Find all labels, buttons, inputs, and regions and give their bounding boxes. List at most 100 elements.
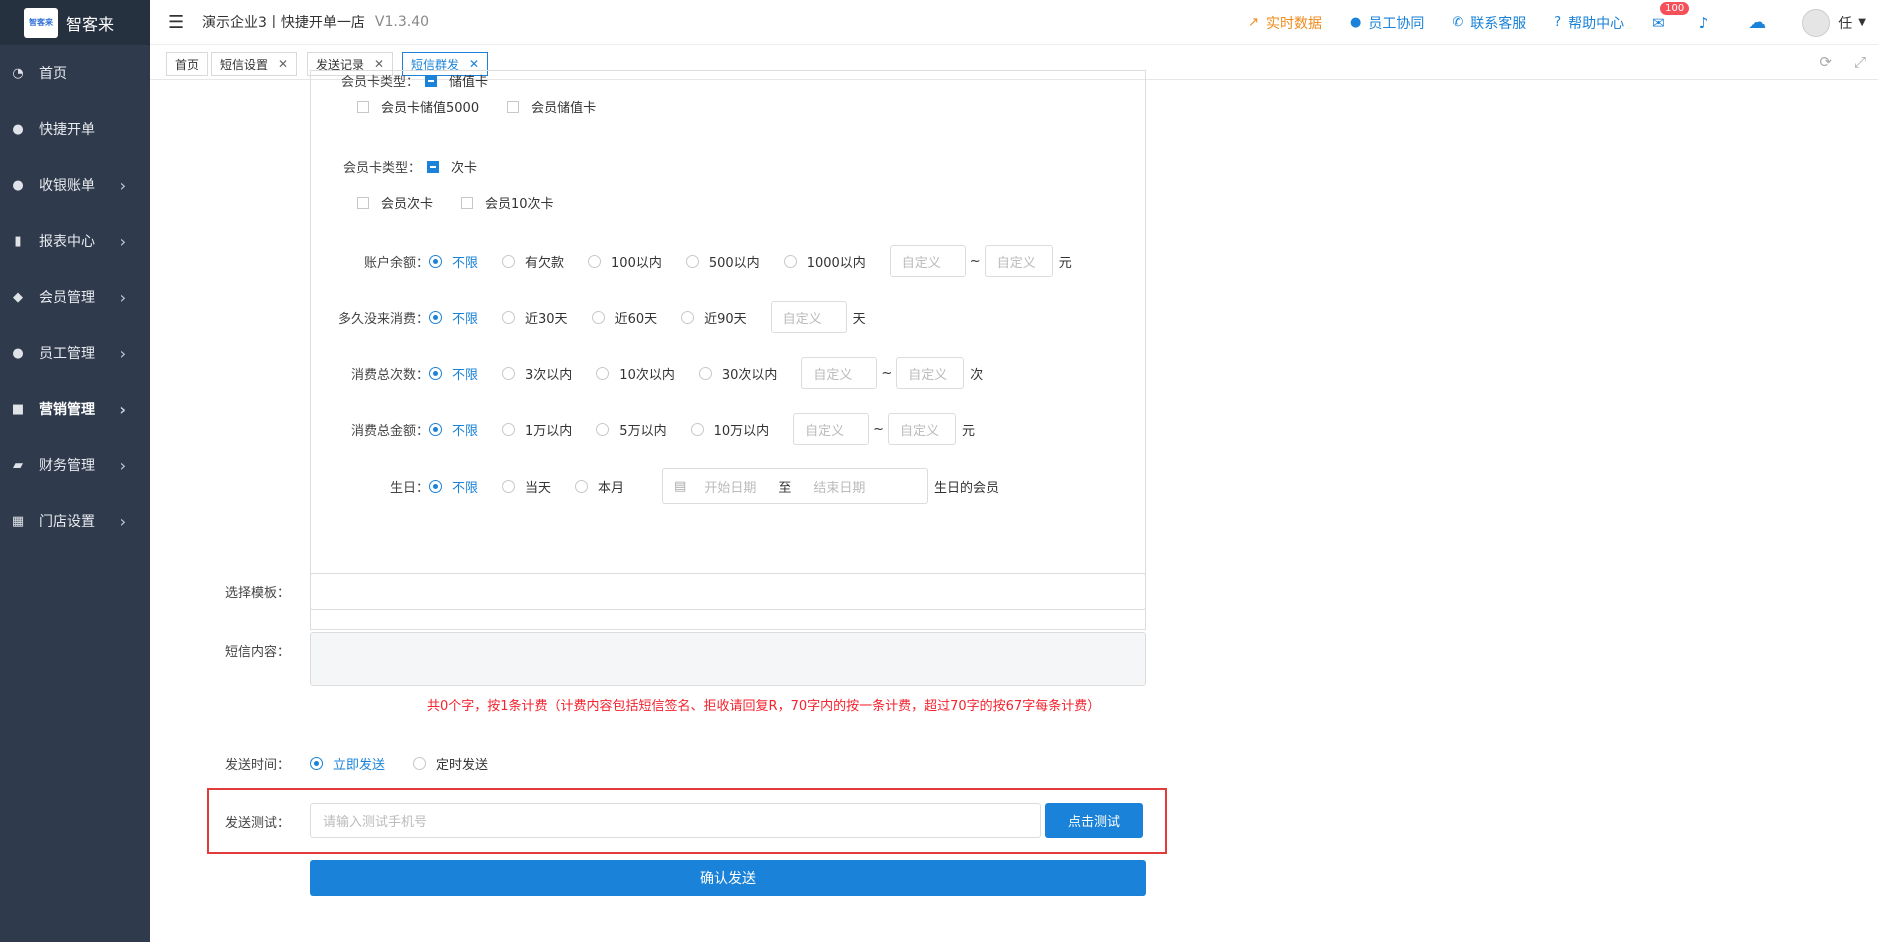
consume-count-option-3[interactable]: 3次以内 bbox=[502, 364, 572, 383]
balance-max-input[interactable]: 自定义 bbox=[984, 245, 1053, 277]
last-consume-option-60[interactable]: 近60天 bbox=[591, 308, 657, 327]
consume-amount-option-5w[interactable]: 5万以内 bbox=[596, 420, 667, 439]
consume-count-max-input[interactable]: 自定义 bbox=[896, 357, 965, 389]
range-separator: ~ bbox=[873, 421, 885, 437]
template-select[interactable] bbox=[310, 573, 1146, 610]
radio[interactable] bbox=[502, 366, 516, 380]
balance-option-1000[interactable]: 1000以内 bbox=[783, 252, 866, 271]
contact-support-link[interactable]: ✆ 联系客服 bbox=[1452, 13, 1526, 33]
checkbox[interactable] bbox=[461, 196, 474, 209]
balance-min-input[interactable]: 自定义 bbox=[889, 245, 966, 277]
sidebar-item-staff[interactable]: ● 员工管理 › bbox=[0, 325, 150, 381]
card-type-checkbox[interactable] bbox=[427, 160, 440, 173]
birthday-date-range[interactable]: ▤ 开始日期 至 结束日期 bbox=[662, 468, 929, 504]
close-icon[interactable]: ✕ bbox=[469, 57, 479, 71]
radio[interactable] bbox=[502, 422, 516, 436]
option-label: 有欠款 bbox=[525, 255, 565, 271]
staff-collab-link[interactable]: ● 员工协同 bbox=[1350, 13, 1424, 33]
balance-option-100[interactable]: 100以内 bbox=[588, 252, 662, 271]
balance-option-500[interactable]: 500以内 bbox=[685, 252, 760, 271]
consume-count-option-10[interactable]: 10次以内 bbox=[596, 364, 675, 383]
help-center-link[interactable]: ? 帮助中心 bbox=[1554, 13, 1624, 33]
sidebar-item-store-settings[interactable]: ▦ 门店设置 › bbox=[0, 493, 150, 549]
radio[interactable] bbox=[502, 254, 516, 268]
times-card-option-1[interactable]: 会员次卡 bbox=[357, 193, 433, 212]
close-icon[interactable]: ✕ bbox=[278, 57, 288, 71]
mail-button[interactable]: ✉ 100 bbox=[1652, 1, 1690, 32]
sidebar-item-members[interactable]: ◆ 会员管理 › bbox=[0, 269, 150, 325]
stored-card-option-1[interactable]: 会员卡储值5000 bbox=[357, 97, 479, 116]
radio[interactable] bbox=[690, 422, 704, 436]
bell-icon[interactable]: ♪ bbox=[1699, 14, 1709, 32]
menu-toggle-icon[interactable]: ☰ bbox=[168, 12, 186, 33]
user-name[interactable]: 任 bbox=[1838, 13, 1852, 33]
sidebar-item-label: 营销管理 bbox=[39, 402, 95, 418]
birthday-option-month[interactable]: 本月 bbox=[575, 477, 624, 496]
radio[interactable] bbox=[783, 254, 797, 268]
cloud-icon[interactable]: ☁ bbox=[1748, 12, 1766, 33]
radio[interactable] bbox=[502, 310, 516, 324]
consume-amount-option-10w[interactable]: 10万以内 bbox=[690, 420, 769, 439]
realtime-data-link[interactable]: ↗ 实时数据 bbox=[1248, 13, 1322, 33]
tab-sms-settings[interactable]: 短信设置 ✕ bbox=[211, 52, 298, 76]
radio[interactable] bbox=[429, 310, 442, 324]
radio[interactable] bbox=[429, 366, 442, 380]
test-phone-input[interactable]: 请输入测试手机号 bbox=[310, 803, 1041, 838]
avatar[interactable] bbox=[1802, 8, 1831, 37]
radio[interactable] bbox=[575, 479, 589, 493]
radio[interactable] bbox=[429, 422, 442, 436]
sidebar-item-marketing[interactable]: ■ 营销管理 › bbox=[0, 381, 150, 437]
balance-option-debt[interactable]: 有欠款 bbox=[502, 252, 564, 271]
sidebar-item-cashier[interactable]: ● 收银账单 › bbox=[0, 157, 150, 213]
chevron-right-icon: › bbox=[119, 231, 126, 251]
refresh-icon[interactable]: ⟳ bbox=[1819, 53, 1832, 71]
sidebar-item-finance[interactable]: ▰ 财务管理 › bbox=[0, 437, 150, 493]
radio[interactable] bbox=[310, 757, 323, 770]
birthday-option-unlimited[interactable]: 不限 bbox=[429, 477, 478, 496]
radio[interactable] bbox=[698, 366, 712, 380]
option-label: 本月 bbox=[598, 480, 625, 496]
consume-amount-min-input[interactable]: 自定义 bbox=[793, 413, 870, 445]
consume-amount-option-unlimited[interactable]: 不限 bbox=[429, 420, 478, 439]
sidebar-item-home[interactable]: ◔ 首页 bbox=[0, 45, 150, 101]
radio[interactable] bbox=[596, 366, 610, 380]
fullscreen-icon[interactable]: ⤢ bbox=[1854, 53, 1866, 71]
radio[interactable] bbox=[413, 757, 427, 770]
last-consume-option-unlimited[interactable]: 不限 bbox=[429, 308, 478, 327]
consume-count-option-30[interactable]: 30次以内 bbox=[698, 364, 777, 383]
checkbox[interactable] bbox=[507, 100, 520, 113]
close-icon[interactable]: ✕ bbox=[374, 57, 384, 71]
sms-content-textarea[interactable] bbox=[310, 632, 1146, 686]
radio[interactable] bbox=[685, 254, 699, 268]
radio[interactable] bbox=[681, 310, 695, 324]
checkbox[interactable] bbox=[357, 100, 369, 113]
consume-amount-option-1w[interactable]: 1万以内 bbox=[502, 420, 572, 439]
consume-count-min-input[interactable]: 自定义 bbox=[801, 357, 878, 389]
birthday-option-today[interactable]: 当天 bbox=[502, 477, 551, 496]
stored-card-option-2[interactable]: 会员储值卡 bbox=[507, 97, 596, 116]
confirm-send-button[interactable]: 确认发送 bbox=[310, 860, 1146, 896]
radio[interactable] bbox=[429, 479, 442, 493]
times-card-option-2[interactable]: 会员10次卡 bbox=[461, 193, 554, 212]
user-icon: ● bbox=[12, 345, 24, 361]
radio[interactable] bbox=[588, 254, 602, 268]
last-consume-option-30[interactable]: 近30天 bbox=[502, 308, 568, 327]
sidebar-item-reports[interactable]: ▮ 报表中心 › bbox=[0, 213, 150, 269]
last-consume-input[interactable]: 自定义 bbox=[770, 301, 847, 333]
balance-option-unlimited[interactable]: 不限 bbox=[429, 252, 478, 271]
test-send-button[interactable]: 点击测试 bbox=[1045, 803, 1143, 838]
radio[interactable] bbox=[596, 422, 610, 436]
consume-count-option-unlimited[interactable]: 不限 bbox=[429, 364, 478, 383]
checkbox[interactable] bbox=[357, 196, 369, 209]
tab-home[interactable]: 首页 bbox=[166, 52, 209, 76]
caret-down-icon[interactable]: ▼ bbox=[1858, 17, 1866, 28]
send-now-option[interactable]: 立即发送 bbox=[310, 754, 385, 773]
card-type-checkbox[interactable] bbox=[425, 74, 438, 87]
radio[interactable] bbox=[429, 254, 442, 268]
radio[interactable] bbox=[502, 479, 516, 493]
radio[interactable] bbox=[591, 310, 605, 324]
send-scheduled-option[interactable]: 定时发送 bbox=[413, 754, 488, 773]
consume-amount-max-input[interactable]: 自定义 bbox=[888, 413, 957, 445]
sidebar-item-quick-order[interactable]: ● 快捷开单 bbox=[0, 101, 150, 157]
last-consume-option-90[interactable]: 近90天 bbox=[681, 308, 747, 327]
